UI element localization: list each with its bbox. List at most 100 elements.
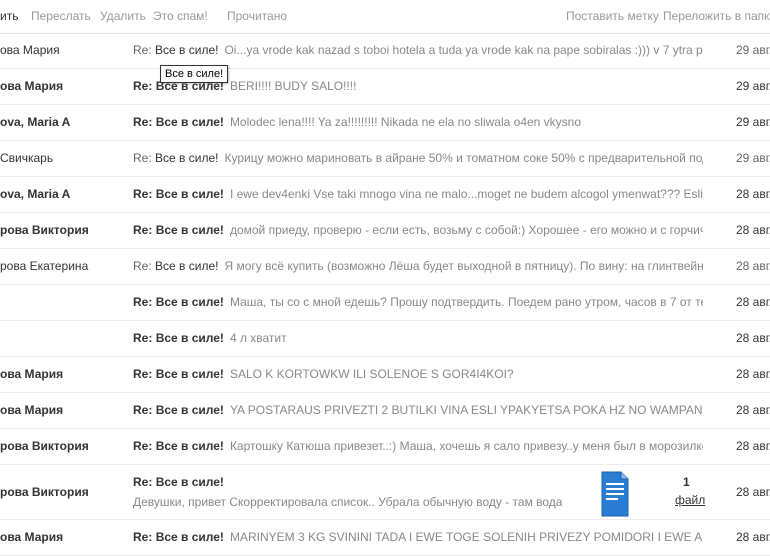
message-subject: Все в силе! bbox=[155, 223, 224, 237]
message-subject: Все в силе! bbox=[155, 43, 219, 57]
doc-file-icon[interactable] bbox=[601, 471, 629, 517]
message-subject-line: Re: Все в силе! Курицу можно мариновать в… bbox=[133, 151, 703, 165]
message-row[interactable]: ова Мария Re: Все в силе! BERI!!!! BUDY S… bbox=[0, 69, 770, 105]
mark-read-button[interactable]: Прочитано bbox=[227, 9, 287, 23]
message-snippet: 4 л хватит bbox=[229, 331, 287, 345]
forward-button[interactable]: Переслать bbox=[31, 9, 91, 23]
message-sender: ova, Maria A bbox=[0, 187, 71, 201]
message-date: 28 авг. bbox=[736, 295, 770, 309]
re-prefix: Re: bbox=[133, 331, 153, 345]
re-prefix: Re: bbox=[133, 475, 153, 489]
message-snippet: Molodec lena!!!! Ya za!!!!!!!!! Nikada n… bbox=[229, 115, 582, 129]
message-snippet: I ewe dev4enki Vse taki mnogo vina ne ma… bbox=[229, 187, 703, 201]
message-sender: рова Виктория bbox=[0, 485, 89, 499]
message-row[interactable]: Re: Все в силе! 4 л хватит 28 авг. bbox=[0, 321, 770, 357]
message-snippet: MARINYEM 3 KG SVININI TADA I EWE TOGE SO… bbox=[229, 530, 703, 544]
message-subject-line: Re: Все в силе! YA POSTARAUS PRIVEZTI 2 B… bbox=[133, 403, 703, 417]
message-sender: ова Мария bbox=[0, 79, 64, 93]
message-date: 28 авг. bbox=[736, 530, 770, 544]
message-subject-line: Re: Все в силе! Я могу всё купить (возмож… bbox=[133, 259, 703, 273]
message-row[interactable]: ова Мария Re: Все в силе! YA POSTARAUS PR… bbox=[0, 393, 770, 429]
message-snippet: Я могу всё купить (возможно Лёша будет в… bbox=[224, 259, 703, 273]
message-snippet: Курицу можно мариновать в айране 50% и т… bbox=[224, 151, 703, 165]
message-subject: Все в силе! bbox=[155, 115, 224, 129]
message-subject-line: Re: Все в силе! MARINYEM 3 KG SVININI TAD… bbox=[133, 530, 703, 544]
message-date: 28 авг. bbox=[736, 403, 770, 417]
message-subject-line: Re: Все в силе! 4 л хватит bbox=[133, 331, 703, 345]
message-row[interactable]: рова Екатерина Re: Все в силе! Я могу всё… bbox=[0, 249, 770, 285]
add-label-button[interactable]: Поставить метку bbox=[566, 9, 659, 23]
message-snippet: Картошку Катюша привезет..:) Маша, хочеш… bbox=[229, 439, 703, 453]
attachment-link[interactable]: файл bbox=[675, 493, 705, 507]
reply-button[interactable]: ить bbox=[0, 9, 18, 23]
message-date: 29 авг. bbox=[736, 115, 770, 129]
message-date: 28 авг. bbox=[736, 439, 770, 453]
re-prefix: Re: bbox=[133, 151, 152, 165]
message-snippet: BERI!!!! BUDY SALO!!!! bbox=[229, 79, 357, 93]
message-subject-line: Re: Все в силе! Molodec lena!!!! Ya za!!!… bbox=[133, 115, 703, 129]
message-subject-line: Re: Все в силе! Картошку Катюша привезет.… bbox=[133, 439, 703, 453]
message-row[interactable]: Свичкарь Re: Все в силе! Курицу можно мар… bbox=[0, 141, 770, 177]
message-row[interactable]: ова Мария Re: Все в силе! MARINYEM 3 KG S… bbox=[0, 520, 770, 556]
message-snippet: SALO K KORTOWKW ILI SOLENOE S GOR4I4KOI? bbox=[229, 367, 514, 381]
message-sender: ова Мария bbox=[0, 43, 60, 57]
message-date: 28 авг. bbox=[736, 367, 770, 381]
message-date: 28 авг. bbox=[736, 331, 770, 345]
message-subject: Все в силе! bbox=[155, 331, 224, 345]
message-subject: Все в силе! bbox=[155, 530, 224, 544]
message-subject: Все в силе! bbox=[155, 475, 224, 489]
delete-button[interactable]: Удалить bbox=[100, 9, 146, 23]
message-date: 28 авг. bbox=[736, 485, 770, 499]
message-date: 29 авг. bbox=[736, 151, 770, 165]
re-prefix: Re: bbox=[133, 295, 153, 309]
message-subject-line: Re: Все в силе! Маша, ты со с мной едешь?… bbox=[133, 295, 703, 309]
message-snippet: Oi...ya vrode kak nazad s toboi hotela a… bbox=[224, 43, 703, 57]
message-subject: Все в силе! bbox=[155, 187, 224, 201]
message-sender: ова Мария bbox=[0, 530, 64, 544]
message-snippet: Маша, ты со с мной едешь? Прошу подтверд… bbox=[229, 295, 703, 309]
re-prefix: Re: bbox=[133, 115, 153, 129]
message-row[interactable]: Re: Все в силе! Маша, ты со с мной едешь?… bbox=[0, 285, 770, 321]
message-snippet: YA POSTARAUS PRIVEZTI 2 BUTILKI VINA ESL… bbox=[229, 403, 703, 417]
subject-tooltip: Все в силе! bbox=[160, 65, 229, 83]
message-sender: ова Мария bbox=[0, 367, 64, 381]
message-row[interactable]: ova, Maria A Re: Все в силе! Molodec lena… bbox=[0, 105, 770, 141]
re-prefix: Re: bbox=[133, 79, 153, 93]
attachment-count: 1 bbox=[683, 475, 690, 489]
move-to-folder-button[interactable]: Переложить в папку bbox=[663, 9, 770, 23]
re-prefix: Re: bbox=[133, 530, 153, 544]
message-row[interactable]: ova, Maria A Re: Все в силе! I ewe dev4en… bbox=[0, 177, 770, 213]
message-sender: рова Виктория bbox=[0, 223, 89, 237]
re-prefix: Re: bbox=[133, 223, 153, 237]
re-prefix: Re: bbox=[133, 43, 152, 57]
message-sender: Свичкарь bbox=[0, 151, 54, 165]
message-row[interactable]: рова Виктория Re: Все в силе! Девушки, п… bbox=[0, 465, 770, 520]
message-date: 29 авг. bbox=[736, 79, 770, 93]
re-prefix: Re: bbox=[133, 187, 153, 201]
message-sender: ova, Maria A bbox=[0, 115, 71, 129]
message-row[interactable]: ова Мария Re: Все в силе! Oi...ya vrode k… bbox=[0, 33, 770, 69]
message-date: 28 авг. bbox=[736, 259, 770, 273]
message-subject: Все в силе! bbox=[155, 439, 224, 453]
message-list: ова Мария Re: Все в силе! Oi...ya vrode k… bbox=[0, 33, 770, 556]
spam-button[interactable]: Это спам! bbox=[153, 9, 208, 23]
message-sender: ова Мария bbox=[0, 403, 64, 417]
message-subject: Все в силе! bbox=[155, 151, 219, 165]
re-prefix: Re: bbox=[133, 439, 153, 453]
message-row[interactable]: рова Виктория Re: Все в силе! домой приед… bbox=[0, 213, 770, 249]
message-subject-line: Re: Все в силе! домой приеду, проверю - е… bbox=[133, 223, 703, 237]
message-subject: Все в силе! bbox=[155, 367, 224, 381]
message-subject-line: Re: Все в силе! I ewe dev4enki Vse taki m… bbox=[133, 187, 703, 201]
message-date: 28 авг. bbox=[736, 187, 770, 201]
message-row[interactable]: рова Виктория Re: Все в силе! Картошку Ка… bbox=[0, 429, 770, 465]
message-sender: рова Екатерина bbox=[0, 259, 89, 273]
message-row[interactable]: ова Мария Re: Все в силе! SALO K KORTOWKW… bbox=[0, 357, 770, 393]
message-snippet: домой приеду, проверю - если есть, возьм… bbox=[229, 223, 703, 237]
message-subject-line: Re: Все в силе! SALO K KORTOWKW ILI SOLEN… bbox=[133, 367, 703, 381]
message-subject: Все в силе! bbox=[155, 259, 219, 273]
message-subject-line: Re: Все в силе! Oi...ya vrode kak nazad s… bbox=[133, 43, 703, 57]
re-prefix: Re: bbox=[133, 403, 153, 417]
re-prefix: Re: bbox=[133, 367, 153, 381]
message-date: 29 авг. bbox=[736, 43, 770, 57]
message-snippet: Девушки, привет Скорректировала список..… bbox=[133, 495, 563, 509]
